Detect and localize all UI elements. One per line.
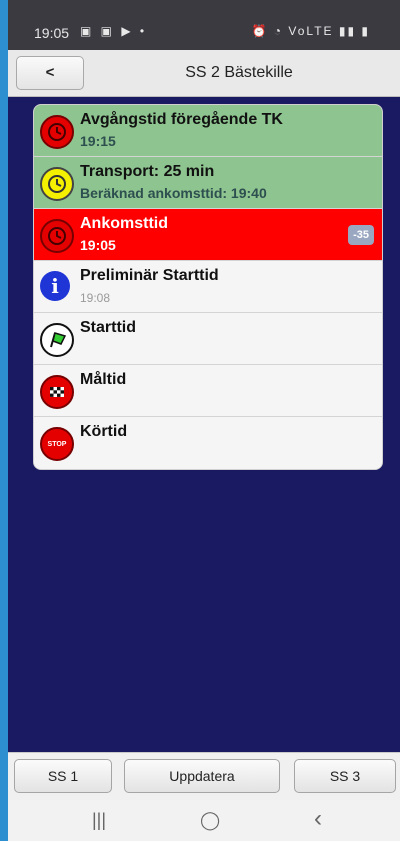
- bottom-toolbar: SS 1 Uppdatera SS 3: [8, 752, 400, 801]
- update-button[interactable]: Uppdatera: [124, 759, 280, 793]
- row-title: Transport: 25 min: [80, 163, 215, 180]
- row-title: Ankomsttid: [80, 215, 168, 232]
- list-item-transport[interactable]: Transport: 25 min Beräknad ankomsttid: 1…: [34, 157, 382, 209]
- next-stage-button[interactable]: SS 3: [294, 759, 396, 793]
- list-item-maltid[interactable]: Måltid: [34, 365, 382, 417]
- time-list: Avgångstid föregående TK 19:15 Transport…: [33, 104, 383, 470]
- page-title: SS 2 Bästekille: [185, 64, 293, 81]
- prev-stage-button[interactable]: SS 1: [14, 759, 112, 793]
- system-navbar: ||| ◯ ‹: [8, 800, 400, 841]
- list-item-ankomsttid[interactable]: Ankomsttid 19:05 -35: [34, 209, 382, 261]
- row-title: Körtid: [80, 423, 128, 440]
- home-icon[interactable]: ◯: [200, 810, 220, 831]
- clock-icon: [40, 219, 74, 253]
- status-bar: 19:05 ▣ ▣ ▶ • ⏰ ◔ VoLTE ▮▮ ▮: [8, 0, 400, 50]
- list-item-preliminar-starttid[interactable]: i Preliminär Starttid 19:08: [34, 261, 382, 313]
- phone-screen: 19:05 ▣ ▣ ▶ • ⏰ ◔ VoLTE ▮▮ ▮ < SS 2 Bäst…: [8, 0, 400, 841]
- info-icon: i: [40, 271, 70, 301]
- main-content: Avgångstid föregående TK 19:15 Transport…: [8, 97, 400, 752]
- row-subtitle: 19:15: [80, 133, 116, 149]
- time-diff-badge: -35: [348, 225, 374, 245]
- system-status-icons: ⏰ ◔ VoLTE ▮▮ ▮: [251, 24, 370, 38]
- green-flag-icon: [40, 323, 74, 357]
- list-item-avgangstid[interactable]: Avgångstid föregående TK 19:15: [34, 105, 382, 157]
- list-item-starttid[interactable]: Starttid: [34, 313, 382, 365]
- status-time: 19:05: [34, 25, 70, 41]
- row-subtitle: 19:05: [80, 237, 116, 253]
- back-button[interactable]: <: [16, 56, 84, 90]
- checkered-flag-icon: [40, 375, 74, 409]
- stop-icon-text: STOP: [47, 440, 67, 448]
- notification-icons: ▣ ▣ ▶ •: [80, 24, 148, 38]
- row-title: Starttid: [80, 319, 136, 336]
- row-subtitle: Beräknad ankomsttid: 19:40: [80, 185, 267, 201]
- app-header: < SS 2 Bästekille: [8, 50, 400, 97]
- recents-icon[interactable]: |||: [92, 810, 106, 831]
- row-title: Preliminär Starttid: [80, 267, 219, 284]
- back-icon[interactable]: ‹: [314, 805, 322, 833]
- clock-icon: [40, 115, 74, 149]
- list-item-kortid[interactable]: STOP Körtid: [34, 417, 382, 469]
- row-title: Avgångstid föregående TK: [80, 111, 283, 128]
- row-title: Måltid: [80, 371, 127, 388]
- stop-icon: STOP: [40, 427, 74, 461]
- row-subtitle: 19:08: [80, 291, 111, 305]
- clock-icon: [40, 167, 74, 201]
